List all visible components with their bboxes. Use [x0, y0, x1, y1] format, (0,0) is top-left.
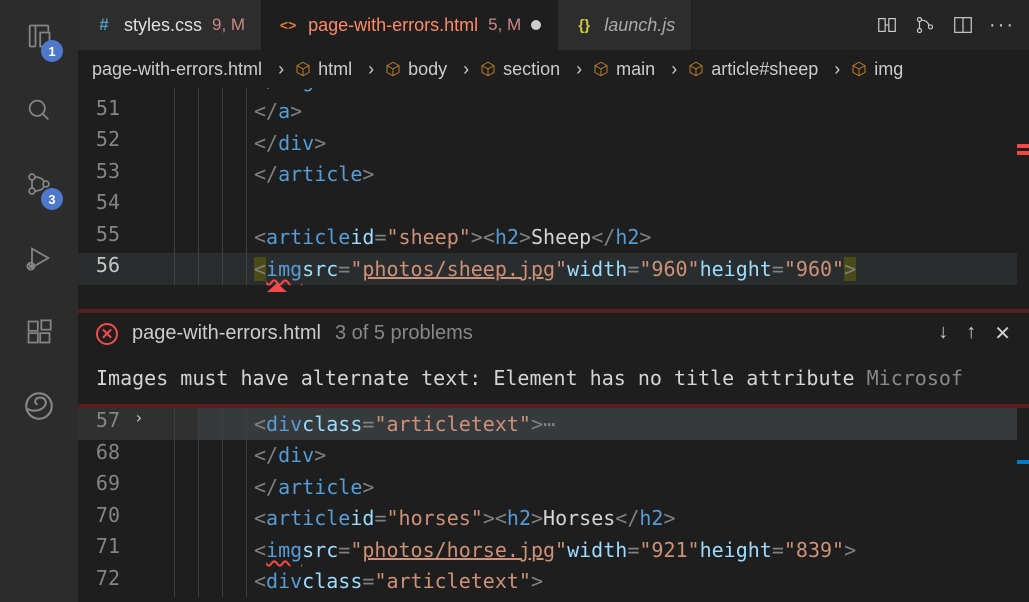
code-content: </svg> — [198, 88, 326, 92]
crumb-body[interactable]: body› — [384, 59, 479, 80]
problem-filename: page-with-errors.html — [132, 322, 321, 345]
code-editor-bottom[interactable]: 57› <div class="articletext">⋯68 </div>6… — [78, 408, 1029, 602]
code-content: <img src="photos/sheep.jpg" width="960" … — [198, 257, 856, 281]
overview-ruler[interactable] — [1017, 408, 1029, 602]
tab-meta: 5, M — [488, 15, 521, 35]
css-file-icon — [94, 15, 114, 35]
tab-page-with-errors-html[interactable]: page-with-errors.html 5, M — [262, 0, 558, 50]
code-line-71[interactable]: 71 <img src="photos/horse.jpg" width="92… — [78, 534, 1029, 566]
open-changes-icon[interactable] — [913, 13, 937, 37]
line-number: 72 — [78, 566, 150, 590]
error-triangle-icon — [267, 283, 287, 292]
edge-devtools-icon[interactable] — [15, 382, 63, 430]
code-line-50[interactable]: 50 </svg> — [78, 88, 1029, 96]
line-number: 54 — [78, 190, 150, 214]
search-icon[interactable] — [15, 86, 63, 134]
code-line-56[interactable]: 56 <img src="photos/sheep.jpg" width="96… — [78, 253, 1029, 285]
breadcrumb[interactable]: page-with-errors.html› html› body› secti… — [78, 50, 1029, 88]
code-content: <article id="sheep"><h2>Sheep</h2> — [198, 225, 651, 249]
tab-bar: styles.css 9, M page-with-errors.html 5, M l… — [78, 0, 1029, 50]
code-line-72[interactable]: 72 <div class="articletext"> — [78, 566, 1029, 598]
line-number: 51 — [78, 96, 150, 120]
code-line-70[interactable]: 70 <article id="horses"><h2>Horses</h2> — [78, 503, 1029, 535]
source-control-icon[interactable]: 3 — [15, 160, 63, 208]
tab-filename: styles.css — [124, 15, 202, 36]
problem-header: ✕ page-with-errors.html 3 of 5 problems … — [78, 313, 1029, 354]
split-editor-icon[interactable] — [951, 13, 975, 37]
extensions-icon[interactable] — [15, 308, 63, 356]
fold-chevron-icon[interactable]: › — [134, 408, 144, 427]
crumb-html[interactable]: html› — [294, 59, 384, 80]
more-actions-icon[interactable]: ··· — [989, 14, 1015, 37]
compare-changes-icon[interactable] — [875, 13, 899, 37]
dirty-dot-icon — [531, 20, 541, 30]
code-content: </div> — [198, 131, 326, 155]
crumb-section[interactable]: section› — [479, 59, 592, 80]
explorer-icon[interactable]: 1 — [15, 12, 63, 60]
close-problem-icon[interactable]: ✕ — [994, 321, 1011, 346]
code-content: <img src="photos/horse.jpg" width="921" … — [198, 538, 856, 562]
code-content: </article> — [198, 475, 374, 499]
line-number: 55 — [78, 222, 150, 246]
code-line-55[interactable]: 55 <article id="sheep"><h2>Sheep</h2> — [78, 222, 1029, 254]
code-line-52[interactable]: 52 </div> — [78, 127, 1029, 159]
crumb-img[interactable]: img — [850, 59, 903, 80]
crumb-file[interactable]: page-with-errors.html› — [92, 59, 294, 80]
line-number: 53 — [78, 159, 150, 183]
tab-launch-js[interactable]: launch.js — [558, 0, 692, 50]
line-number: 68 — [78, 440, 150, 464]
code-content: </article> — [198, 162, 374, 186]
line-number: 71 — [78, 534, 150, 558]
activity-bar: 1 3 — [0, 0, 78, 602]
main-column: styles.css 9, M page-with-errors.html 5, M l… — [78, 0, 1029, 602]
selection-marker[interactable] — [1017, 460, 1029, 464]
code-line-57[interactable]: 57› <div class="articletext">⋯ — [78, 408, 1029, 440]
next-problem-icon[interactable]: ↓ — [938, 321, 948, 346]
code-content: </a> — [198, 99, 302, 123]
json-file-icon — [574, 15, 594, 35]
error-icon: ✕ — [96, 323, 118, 345]
code-line-69[interactable]: 69 </article> — [78, 471, 1029, 503]
line-number: 52 — [78, 127, 150, 151]
code-content: <article id="horses"><h2>Horses</h2> — [198, 506, 676, 530]
run-debug-icon[interactable] — [15, 234, 63, 282]
line-number: 56 — [78, 253, 150, 277]
code-content: <div class="articletext"> — [198, 569, 543, 593]
html-file-icon — [278, 15, 298, 35]
tab-filename: launch.js — [604, 15, 675, 36]
code-line-53[interactable]: 53 </article> — [78, 159, 1029, 191]
problem-message: Images must have alternate text: Element… — [78, 354, 1029, 404]
error-marker[interactable] — [1017, 151, 1029, 155]
line-number: 70 — [78, 503, 150, 527]
crumb-article-sheep[interactable]: article#sheep› — [687, 59, 850, 80]
code-line-68[interactable]: 68 </div> — [78, 440, 1029, 472]
code-content: <div class="articletext">⋯ — [198, 412, 555, 436]
tab-styles-css[interactable]: styles.css 9, M — [78, 0, 262, 50]
error-marker[interactable] — [1017, 144, 1029, 148]
explorer-badge: 1 — [41, 40, 63, 62]
code-line-54[interactable]: 54 — [78, 190, 1029, 222]
prev-problem-icon[interactable]: ↑ — [966, 321, 976, 346]
inline-problem: ✕ page-with-errors.html 3 of 5 problems … — [78, 309, 1029, 408]
code-editor-top[interactable]: 50 </svg>51 </a>52 </div>53</article>545… — [78, 88, 1029, 309]
problem-count: 3 of 5 problems — [335, 322, 473, 345]
tab-meta: 9, M — [212, 15, 245, 35]
code-content: </div> — [198, 443, 326, 467]
tab-filename: page-with-errors.html — [308, 15, 478, 36]
tab-actions: ··· — [861, 0, 1029, 50]
overview-ruler[interactable] — [1017, 88, 1029, 309]
problem-text: Images must have alternate text: Element… — [96, 366, 855, 390]
crumb-main[interactable]: main› — [592, 59, 687, 80]
problem-source: Microsof — [867, 366, 963, 390]
scm-badge: 3 — [41, 188, 63, 210]
code-line-51[interactable]: 51 </a> — [78, 96, 1029, 128]
line-number: 69 — [78, 471, 150, 495]
